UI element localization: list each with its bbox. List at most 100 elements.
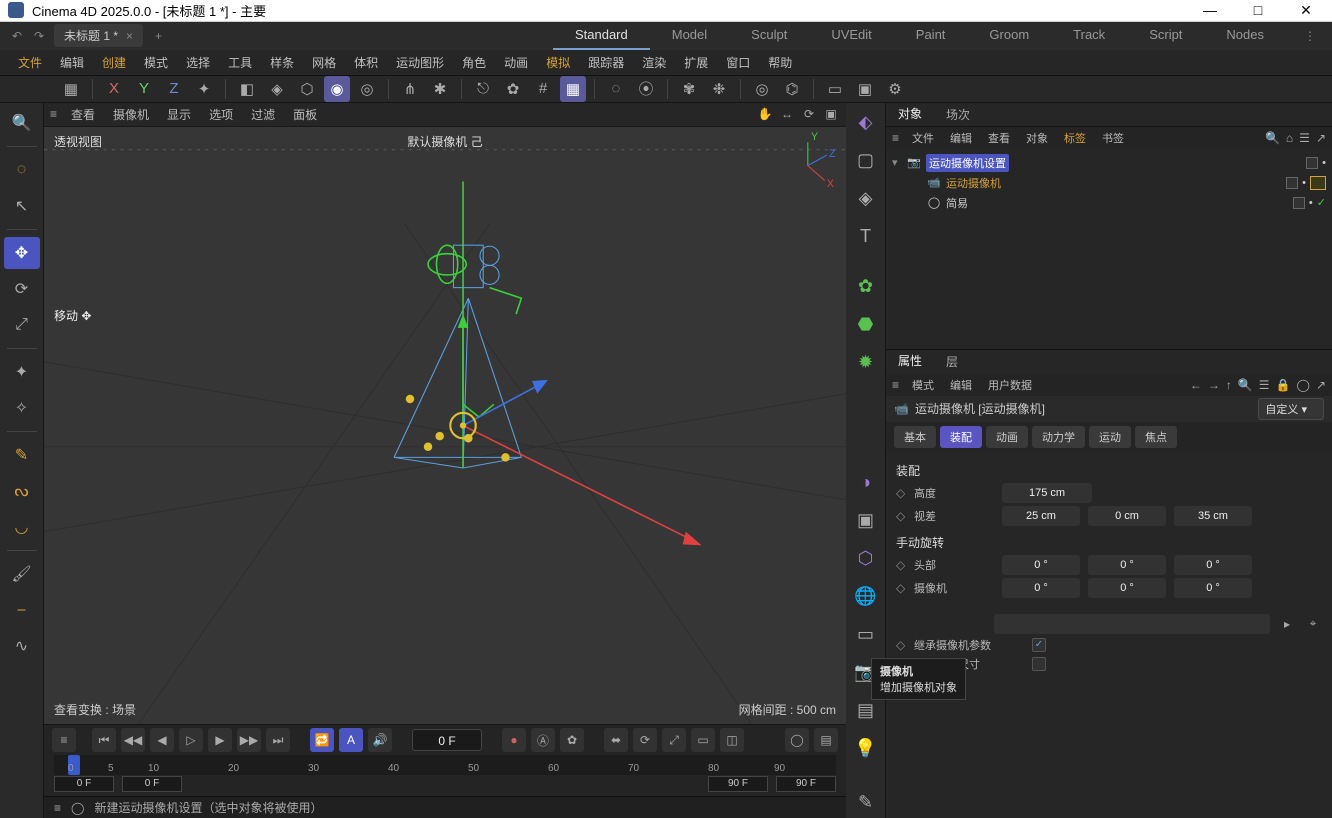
vp-menu-camera[interactable]: 摄像机 bbox=[105, 103, 157, 126]
menu-extensions[interactable]: 扩展 bbox=[676, 50, 716, 75]
panel-camera-icon[interactable]: 📷 bbox=[850, 656, 882, 688]
autokey-toggle-icon[interactable]: Ⓐ bbox=[531, 728, 555, 752]
viewport[interactable]: 透视视图 默认摄像机 己 移动 ✥ 查看变换 : 场景 网格间距 : 500 c… bbox=[44, 127, 846, 724]
clapper-icon[interactable]: ▭ bbox=[822, 76, 848, 102]
subtab-dyn[interactable]: 动力学 bbox=[1032, 426, 1085, 448]
extrude-icon[interactable]: ∿ bbox=[4, 630, 40, 662]
om-menu-bookmarks[interactable]: 书签 bbox=[1095, 128, 1131, 148]
primitive-icon[interactable]: ◉ bbox=[324, 76, 350, 102]
attr-menu-mode[interactable]: 模式 bbox=[905, 375, 941, 395]
autokey-icon[interactable]: A bbox=[339, 728, 363, 752]
menu-render[interactable]: 渲染 bbox=[634, 50, 674, 75]
hud-rotate-icon[interactable]: ⟳ bbox=[800, 107, 818, 121]
input-parallax-x[interactable]: 25 cm bbox=[1002, 506, 1080, 526]
menu-file[interactable]: 文件 bbox=[10, 50, 50, 75]
chk-override[interactable] bbox=[1032, 657, 1046, 671]
menu-mode[interactable]: 模式 bbox=[136, 50, 176, 75]
subtab-rig[interactable]: 装配 bbox=[940, 426, 982, 448]
attr-up-icon[interactable]: ↑ bbox=[1226, 378, 1232, 392]
menu-mograph[interactable]: 运动图形 bbox=[388, 50, 452, 75]
range-start-outer[interactable]: 0 F bbox=[54, 776, 114, 792]
vp-menu-filter[interactable]: 过滤 bbox=[243, 103, 283, 126]
panel-toggle-1-icon[interactable]: ◑ bbox=[850, 466, 882, 498]
document-tab[interactable]: 未标题 1 * × bbox=[54, 24, 143, 47]
input-parallax-z[interactable]: 35 cm bbox=[1174, 506, 1252, 526]
om-menu-tags[interactable]: 标签 bbox=[1057, 128, 1093, 148]
quantize-icon[interactable]: ▦ bbox=[560, 76, 586, 102]
menu-edit[interactable]: 编辑 bbox=[52, 50, 92, 75]
render-region-icon[interactable]: ◌ bbox=[603, 76, 629, 102]
menu-simulate[interactable]: 模拟 bbox=[538, 50, 578, 75]
redo-button[interactable]: ↷ bbox=[28, 29, 50, 43]
input-parallax-y[interactable]: 0 cm bbox=[1088, 506, 1166, 526]
key-pos-icon[interactable]: ⬌ bbox=[604, 728, 628, 752]
camera-tag-icon[interactable] bbox=[1310, 176, 1326, 190]
attr-mode-dropdown[interactable]: 自定义 ▾ bbox=[1258, 398, 1324, 420]
vp-menu-options[interactable]: 选项 bbox=[201, 103, 241, 126]
input-cam-p[interactable]: 0 ° bbox=[1088, 578, 1166, 598]
attr-menu-userdata[interactable]: 用户数据 bbox=[981, 375, 1039, 395]
tree-row-camera[interactable]: 📹 运动摄像机 • bbox=[892, 173, 1326, 193]
menu-tracker[interactable]: 跟踪器 bbox=[580, 50, 632, 75]
close-button[interactable]: ✕ bbox=[1294, 2, 1318, 19]
key-param-icon[interactable]: ▭ bbox=[691, 728, 715, 752]
transform-gizmo-icon[interactable]: ✦ bbox=[4, 356, 40, 388]
menu-volume[interactable]: 体积 bbox=[346, 50, 386, 75]
attr-new-icon[interactable]: ◯ bbox=[1297, 378, 1310, 392]
play-icon[interactable]: ▷ bbox=[179, 728, 203, 752]
attr-back-icon[interactable]: ← bbox=[1190, 378, 1202, 392]
key-pla-icon[interactable]: ◫ bbox=[720, 728, 744, 752]
status-burger-icon[interactable]: ≡ bbox=[54, 801, 61, 815]
record-icon[interactable]: ● bbox=[502, 728, 526, 752]
pick-camera-icon[interactable]: ⌖ bbox=[1304, 616, 1322, 631]
knife-icon[interactable]: ⎯ bbox=[4, 594, 40, 626]
prev-key-icon[interactable]: ◀◀ bbox=[121, 728, 145, 752]
hud-hand-icon[interactable]: ✋ bbox=[756, 107, 774, 121]
axis-mode-icon[interactable]: ✹ bbox=[850, 347, 882, 379]
panel-edit-icon[interactable]: ✎ bbox=[850, 786, 882, 818]
layout-menu-icon[interactable]: ⋮ bbox=[1294, 29, 1326, 43]
menu-help[interactable]: 帮助 bbox=[760, 50, 800, 75]
range-end-outer[interactable]: 90 F bbox=[776, 776, 836, 792]
clapper-settings-icon[interactable]: ⚙ bbox=[882, 76, 908, 102]
menu-window[interactable]: 窗口 bbox=[718, 50, 758, 75]
panel-globe-icon[interactable]: 🌐 bbox=[850, 580, 882, 612]
particle-icon[interactable]: ❉ bbox=[706, 76, 732, 102]
cube-icon[interactable]: ◈ bbox=[264, 76, 290, 102]
om-search-icon[interactable]: 🔍 bbox=[1265, 131, 1280, 145]
key-scale-icon[interactable]: ⤢ bbox=[662, 728, 686, 752]
om-home-icon[interactable]: ⌂ bbox=[1286, 131, 1293, 145]
snap-toggle-icon[interactable]: ⎋ bbox=[470, 76, 496, 102]
menu-create[interactable]: 创建 bbox=[94, 50, 134, 75]
spline-sketch-icon[interactable]: ᔓ bbox=[4, 475, 40, 507]
tree-label[interactable]: 运动摄像机设置 bbox=[926, 154, 1009, 172]
goto-start-icon[interactable]: ⏮ bbox=[92, 728, 116, 752]
tab-takes[interactable]: 场次 bbox=[934, 101, 982, 128]
menu-animate[interactable]: 动画 bbox=[496, 50, 536, 75]
attr-menu-edit[interactable]: 编辑 bbox=[943, 375, 979, 395]
shader-icon[interactable]: ◎ bbox=[354, 76, 380, 102]
layout-tab-nodes[interactable]: Nodes bbox=[1204, 21, 1286, 50]
viewport-burger-icon[interactable]: ≡ bbox=[50, 107, 57, 121]
next-frame-icon[interactable]: ▶ bbox=[208, 728, 232, 752]
key-rot-icon[interactable]: ⟳ bbox=[633, 728, 657, 752]
om-menu-object[interactable]: 对象 bbox=[1019, 128, 1055, 148]
deformer-icon[interactable]: ⋔ bbox=[397, 76, 423, 102]
panel-toggle-2-icon[interactable]: ▣ bbox=[850, 504, 882, 536]
sound-icon[interactable]: 🔊 bbox=[368, 728, 392, 752]
chk-inherit[interactable] bbox=[1032, 638, 1046, 652]
key-opts-icon[interactable]: ✿ bbox=[560, 728, 584, 752]
panel-toggle-3-icon[interactable]: ⬡ bbox=[850, 542, 882, 574]
burger-icon[interactable]: ≡ bbox=[52, 728, 76, 752]
attr-fwd-icon[interactable]: → bbox=[1208, 378, 1220, 392]
point-mode-icon[interactable]: ◈ bbox=[850, 183, 882, 215]
goto-camera-icon[interactable]: ▸ bbox=[1278, 617, 1296, 631]
minimize-button[interactable]: — bbox=[1198, 2, 1222, 19]
rotate-tool[interactable]: ⟳ bbox=[4, 273, 40, 305]
om-menu-file[interactable]: 文件 bbox=[905, 128, 941, 148]
x-axis-icon[interactable]: X bbox=[101, 76, 127, 102]
fcurve-icon[interactable]: ◯ bbox=[785, 728, 809, 752]
panel-clip-icon[interactable]: ▭ bbox=[850, 618, 882, 650]
layout-tab-groom[interactable]: Groom bbox=[967, 21, 1051, 50]
tree-label[interactable]: 简易 bbox=[946, 195, 968, 211]
